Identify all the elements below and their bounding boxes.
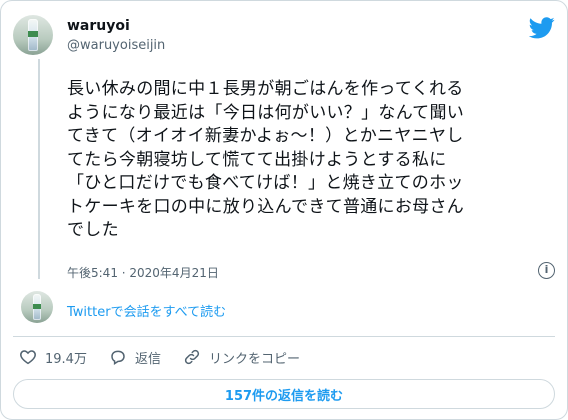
avatar[interactable] [13, 15, 53, 55]
reply-action[interactable]: 返信 [109, 348, 161, 367]
thread-connector-line [38, 59, 40, 279]
read-replies-button[interactable]: 157件の返信を読む [13, 379, 555, 409]
like-count: 19.4万 [45, 351, 87, 367]
avatar-bottle-label [28, 31, 38, 37]
copy-link-label: リンクをコピー [208, 351, 300, 367]
read-conversation-link[interactable]: Twitterで会話をすべて読む [67, 301, 226, 320]
tweet-embed-card: waruyoi @waruyoiseijin 長い休みの間に中１長男が朝ごはんを… [0, 0, 568, 420]
tweet-actions: 19.4万 返信 リンクをコピー [19, 347, 322, 367]
twitter-bird-icon[interactable] [529, 17, 555, 39]
copy-link-action[interactable]: リンクをコピー [183, 348, 300, 367]
reply-icon [111, 350, 125, 366]
reply-label: 返信 [134, 351, 161, 367]
tweet-text: 長い休みの間に中１長男が朝ごはんを作ってくれる ようになり最近は「今日は何がいい… [67, 79, 465, 240]
divider [13, 336, 555, 337]
info-icon[interactable]: i [538, 262, 555, 279]
display-name[interactable]: waruyoi [67, 18, 130, 34]
avatar-bottle-label [33, 304, 41, 309]
link-icon [184, 349, 200, 365]
thread-avatar[interactable] [21, 291, 53, 323]
user-handle[interactable]: @waruyoiseijin [67, 38, 165, 53]
heart-icon [20, 350, 36, 365]
tweet-timestamp[interactable]: 午後5:41 · 2020年4月21日 [67, 264, 219, 281]
like-action[interactable]: 19.4万 [19, 348, 87, 367]
